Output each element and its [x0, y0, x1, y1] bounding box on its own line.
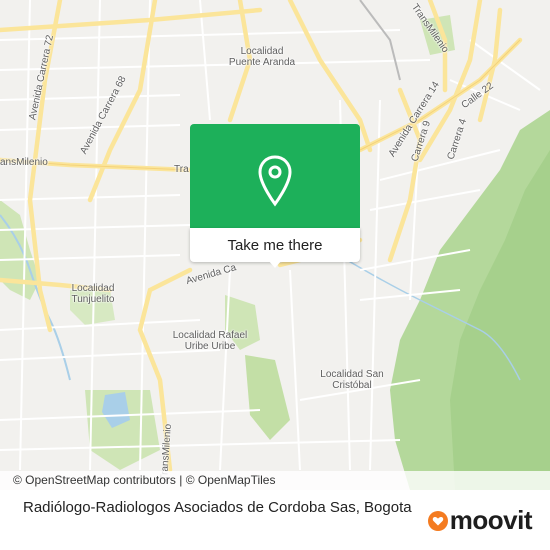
map-attribution: © OpenStreetMap contributors | © OpenMap… [0, 471, 550, 490]
moovit-logo[interactable]: moovit [427, 505, 533, 536]
label-localidad-san-cristobal: Localidad San Cristóbal [320, 369, 384, 391]
moovit-pin-icon [427, 510, 448, 531]
label-localidad-tunjuelito: Localidad Tunjuelito [71, 283, 115, 305]
popup-pointer [268, 260, 282, 268]
moovit-wordmark: moovit [449, 505, 533, 535]
label-localidad-puente-aranda: Localidad Puente Aranda [228, 46, 296, 68]
map-view[interactable]: Avenida Carrera 72 Avenida Carrera 68 Lo… [0, 0, 550, 490]
attribution-text[interactable]: © OpenStreetMap contributors | © OpenMap… [13, 473, 275, 487]
park-south-center [245, 355, 290, 440]
map-marker-icon [258, 155, 292, 207]
label-transmilenio-mid: Tra [174, 164, 189, 175]
label-transmilenio-left: ansMilenio [0, 157, 48, 168]
popup-header[interactable] [190, 124, 360, 228]
place-name: Radiólogo-Radiologos Asociados de Cordob… [23, 499, 412, 516]
footer: Radiólogo-Radiologos Asociados de Cordob… [0, 490, 550, 550]
label-localidad-rafael-uribe: Localidad Rafael Uribe Uribe [172, 330, 248, 352]
heart-icon [432, 516, 443, 525]
destination-popup[interactable]: Take me there [190, 124, 360, 268]
rail-line [359, 0, 401, 81]
take-me-there-button[interactable]: Take me there [190, 228, 360, 262]
